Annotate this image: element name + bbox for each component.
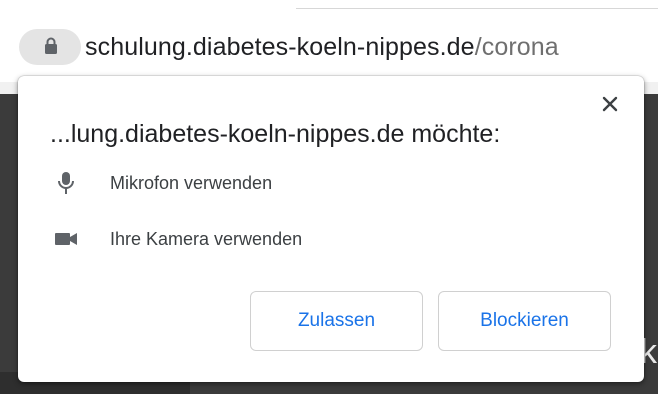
lock-icon[interactable] bbox=[44, 37, 58, 55]
tab-strip-edge bbox=[296, 0, 658, 9]
permission-label: Mikrofon verwenden bbox=[110, 173, 273, 193]
url-text[interactable]: schulung.diabetes-koeln-nippes.de/corona bbox=[85, 32, 559, 62]
permission-label: Ihre Kamera verwenden bbox=[110, 229, 303, 249]
camera-icon bbox=[55, 233, 77, 245]
url-path: /corona bbox=[474, 33, 559, 61]
allow-button[interactable]: Zulassen bbox=[250, 291, 423, 351]
address-bar[interactable]: schulung.diabetes-koeln-nippes.de/corona bbox=[0, 12, 658, 82]
url-host: schulung.diabetes-koeln-nippes.de bbox=[85, 33, 475, 61]
close-icon bbox=[602, 96, 618, 112]
dialog-title: ...lung.diabetes-koeln-nippes.de möchte: bbox=[50, 120, 501, 148]
microphone-icon bbox=[58, 172, 74, 194]
permission-dialog: ...lung.diabetes-koeln-nippes.de möchte:… bbox=[18, 76, 644, 382]
block-button[interactable]: Blockieren bbox=[438, 291, 611, 351]
browser-window: schulung.diabetes-koeln-nippes.de/corona… bbox=[0, 0, 658, 394]
close-button[interactable] bbox=[596, 90, 624, 118]
